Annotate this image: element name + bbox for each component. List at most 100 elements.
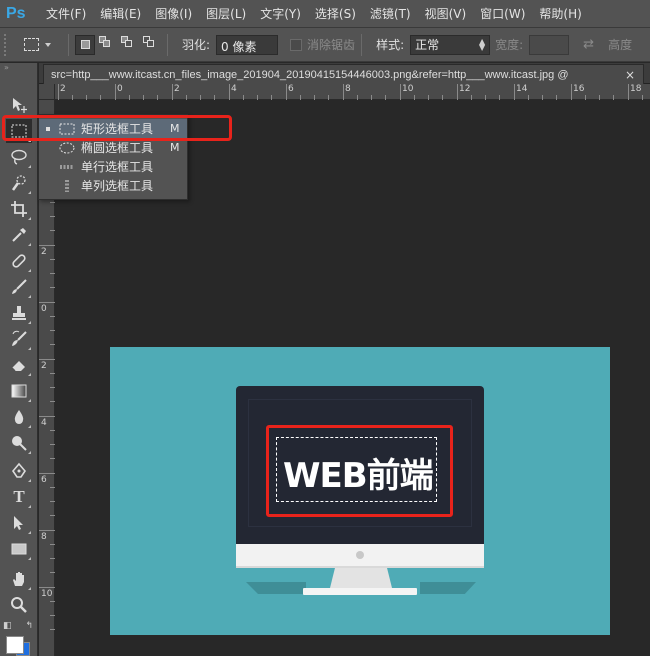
ruler-tick bbox=[371, 95, 372, 100]
swap-icon[interactable]: ⇄ bbox=[583, 37, 594, 52]
close-icon[interactable]: × bbox=[625, 68, 635, 82]
history-brush-tool[interactable] bbox=[6, 327, 32, 351]
path-selection-tool[interactable] bbox=[6, 511, 32, 535]
pen-icon bbox=[11, 462, 27, 478]
ruler-tick bbox=[50, 202, 55, 203]
panel-collapse-icon[interactable]: » bbox=[0, 63, 37, 73]
style-label: 样式: bbox=[376, 38, 405, 52]
healing-brush-tool[interactable] bbox=[6, 249, 32, 273]
ruler-label: 12 bbox=[459, 84, 471, 94]
rectangle-shape-icon bbox=[11, 543, 27, 555]
ruler-label: 10 bbox=[41, 589, 53, 599]
ruler-tick bbox=[50, 601, 55, 602]
flyout-item-single-column-marquee[interactable]: 单列选框工具 bbox=[39, 176, 187, 195]
crop-tool[interactable] bbox=[6, 197, 32, 221]
ruler-label: 0 bbox=[117, 84, 123, 94]
horizontal-ruler[interactable]: 2 0 2 4 6 8 10 12 14 16 18 bbox=[55, 84, 650, 100]
blur-tool[interactable] bbox=[6, 405, 32, 429]
document-tab[interactable]: src=http___www.itcast.cn_files_image_201… bbox=[43, 64, 644, 84]
ruler-tick bbox=[585, 95, 586, 100]
eyedropper-tool[interactable] bbox=[6, 223, 32, 247]
menu-layer[interactable]: 图层(L) bbox=[206, 5, 246, 22]
menu-filter[interactable]: 滤镜(T) bbox=[370, 5, 411, 22]
add-selection-icon bbox=[98, 35, 116, 55]
intersect-selection-button[interactable] bbox=[141, 35, 161, 55]
menu-edit[interactable]: 编辑(E) bbox=[100, 5, 141, 22]
hand-tool[interactable] bbox=[6, 567, 32, 591]
menu-window[interactable]: 窗口(W) bbox=[480, 5, 525, 22]
ruler-tick bbox=[200, 95, 201, 100]
width-input[interactable] bbox=[529, 34, 570, 55]
intersect-selection-icon bbox=[142, 35, 160, 55]
dodge-tool[interactable] bbox=[6, 431, 32, 455]
monitor-base bbox=[303, 588, 417, 595]
menu-select[interactable]: 选择(S) bbox=[315, 5, 356, 22]
tools-panel: » T ◧ ↰ bbox=[0, 63, 38, 656]
stamp-icon bbox=[12, 306, 26, 320]
ruler-label: 14 bbox=[516, 84, 528, 94]
style-select[interactable]: 正常 ▲ ▼ bbox=[410, 34, 491, 55]
ruler-tick bbox=[50, 615, 55, 616]
new-selection-button[interactable] bbox=[75, 34, 95, 55]
selection-mode-group bbox=[75, 34, 161, 55]
subtract-selection-button[interactable] bbox=[119, 35, 139, 55]
ruler-tick bbox=[86, 95, 87, 100]
ruler-label: 4 bbox=[231, 84, 237, 94]
ruler-tick bbox=[385, 95, 386, 100]
default-colors-icon[interactable]: ◧ bbox=[3, 621, 12, 633]
ruler-tick bbox=[328, 95, 329, 100]
move-icon bbox=[13, 98, 27, 113]
ruler-label: 16 bbox=[573, 84, 585, 94]
menu-file[interactable]: 文件(F) bbox=[46, 5, 86, 22]
ruler-origin[interactable] bbox=[39, 84, 55, 100]
ruler-tick bbox=[471, 95, 472, 100]
feather-input[interactable]: 0 像素 bbox=[216, 34, 279, 55]
type-tool[interactable]: T bbox=[6, 485, 32, 509]
pen-tool[interactable] bbox=[6, 459, 32, 483]
ruler-tick bbox=[50, 373, 55, 374]
swap-colors-icon[interactable]: ↰ bbox=[25, 621, 33, 633]
eraser-tool[interactable] bbox=[6, 353, 32, 377]
hand-icon bbox=[13, 572, 24, 586]
ruler-tick bbox=[50, 544, 55, 545]
foreground-color-swatch[interactable] bbox=[6, 636, 24, 654]
rectangle-shape-tool[interactable] bbox=[6, 537, 32, 561]
quick-select-tool[interactable] bbox=[6, 171, 32, 195]
ruler-tick bbox=[50, 344, 55, 345]
clone-stamp-tool[interactable] bbox=[6, 301, 32, 325]
ruler-tick bbox=[50, 444, 55, 445]
flyout-item-single-row-marquee[interactable]: 单行选框工具 bbox=[39, 157, 187, 176]
menu-image[interactable]: 图像(I) bbox=[155, 5, 192, 22]
width-label: 宽度: bbox=[495, 38, 524, 52]
antialias-checkbox[interactable] bbox=[290, 38, 303, 51]
gradient-tool[interactable] bbox=[6, 379, 32, 403]
monitor-button bbox=[356, 551, 364, 559]
color-swatches bbox=[6, 636, 34, 656]
highlight-box bbox=[2, 115, 232, 141]
ruler-label: 4 bbox=[41, 418, 47, 428]
document-tab-bar: src=http___www.itcast.cn_files_image_201… bbox=[39, 63, 650, 84]
ruler-tick bbox=[599, 95, 600, 100]
separator bbox=[361, 33, 363, 56]
lasso-tool[interactable] bbox=[6, 145, 32, 169]
menu-type[interactable]: 文字(Y) bbox=[260, 5, 301, 22]
ruler-label: 2 bbox=[41, 361, 47, 371]
tool-preset-picker[interactable] bbox=[24, 34, 62, 56]
ruler-tick bbox=[357, 95, 358, 100]
options-grip[interactable] bbox=[4, 33, 10, 56]
brush-tool[interactable] bbox=[6, 275, 32, 299]
ruler-label: 8 bbox=[345, 84, 351, 94]
ruler-tick bbox=[642, 95, 643, 100]
add-selection-button[interactable] bbox=[97, 35, 117, 55]
menu-help[interactable]: 帮助(H) bbox=[539, 5, 581, 22]
zoom-tool[interactable] bbox=[6, 593, 32, 617]
ruler-tick bbox=[50, 458, 55, 459]
photoshop-logo: Ps bbox=[6, 4, 26, 22]
single-row-marquee-icon bbox=[60, 165, 74, 168]
ruler-tick bbox=[50, 287, 55, 288]
ruler-tick bbox=[485, 95, 486, 100]
ruler-tick bbox=[628, 84, 629, 100]
menu-view[interactable]: 视图(V) bbox=[425, 5, 467, 22]
updown-arrow-icon: ▲ ▼ bbox=[478, 36, 486, 52]
move-tool[interactable] bbox=[6, 93, 32, 117]
